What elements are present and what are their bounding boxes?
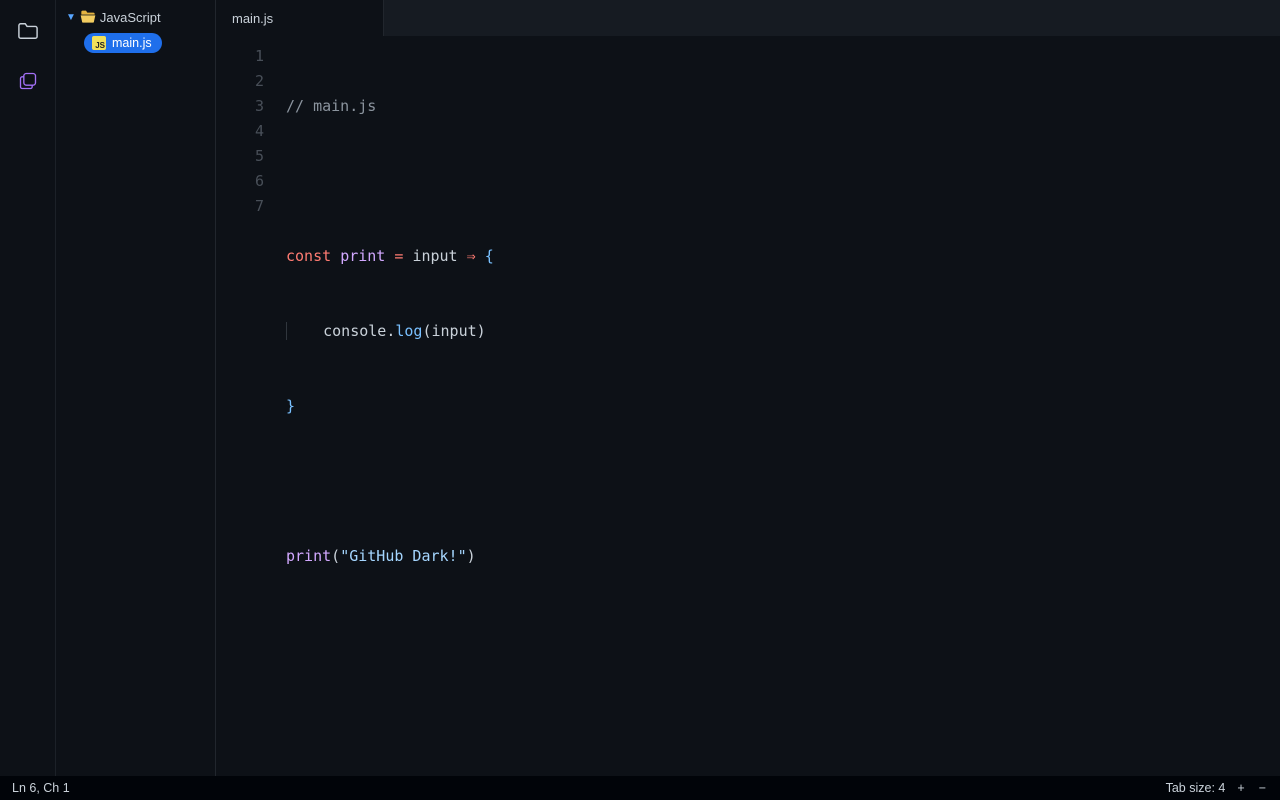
token-punct: ( (422, 322, 431, 340)
tree-folder-label: JavaScript (100, 10, 161, 25)
tree-folder-javascript[interactable]: ▼ JavaScript (56, 6, 215, 29)
code-editor[interactable]: 1 2 3 4 5 6 7 // main.js const print = i… (216, 36, 1280, 776)
panels-icon[interactable] (17, 70, 39, 92)
token-punct: ) (467, 547, 476, 565)
token-identifier: print (286, 547, 331, 565)
tab-size-label[interactable]: Tab size: 4 (1166, 781, 1226, 795)
folder-open-icon (80, 9, 96, 26)
token-identifier: console (323, 322, 386, 340)
code-content[interactable]: // main.js const print = input ⇒ { conso… (286, 44, 1280, 776)
token-keyword: const (286, 247, 331, 265)
line-number: 5 (216, 144, 264, 169)
line-number-gutter: 1 2 3 4 5 6 7 (216, 44, 286, 776)
token-param: input (412, 247, 457, 265)
tab-size-decrease-button[interactable]: − (1257, 781, 1268, 795)
line-number: 3 (216, 94, 264, 119)
activity-bar (0, 0, 56, 776)
tree-file-label: main.js (112, 36, 152, 50)
line-number: 2 (216, 69, 264, 94)
javascript-file-icon: JS (92, 36, 106, 50)
tab-size-increase-button[interactable]: + (1235, 781, 1246, 795)
token-arrow: ⇒ (467, 247, 476, 265)
token-operator: = (394, 247, 403, 265)
line-number: 1 (216, 44, 264, 69)
status-bar: Ln 6, Ch 1 Tab size: 4 + − (0, 776, 1280, 800)
tree-file-main-js[interactable]: JS main.js (84, 33, 162, 53)
token-property: log (395, 322, 422, 340)
folder-icon[interactable] (17, 20, 39, 42)
indent-guide (286, 322, 287, 340)
token-indent (287, 322, 323, 340)
editor-column: main.js 1 2 3 4 5 6 7 // main.js const p… (216, 0, 1280, 776)
file-tree: ▼ JavaScript JS main.js (56, 0, 216, 776)
cursor-position[interactable]: Ln 6, Ch 1 (12, 781, 70, 795)
token-identifier: print (340, 247, 385, 265)
tab-main-js[interactable]: main.js (216, 0, 384, 36)
tab-label: main.js (232, 11, 273, 26)
token-string: "GitHub Dark!" (340, 547, 466, 565)
line-number: 4 (216, 119, 264, 144)
token-punct: ) (477, 322, 486, 340)
token-identifier: input (432, 322, 477, 340)
main-area: ▼ JavaScript JS main.js main.js 1 2 3 4 … (0, 0, 1280, 776)
line-number: 7 (216, 194, 264, 219)
token-brace: { (485, 247, 494, 265)
chevron-down-icon: ▼ (66, 12, 76, 23)
token-comment: // main.js (286, 97, 376, 115)
token-punct: ( (331, 547, 340, 565)
line-number: 6 (216, 169, 264, 194)
tab-bar: main.js (216, 0, 1280, 36)
token-brace: } (286, 397, 295, 415)
